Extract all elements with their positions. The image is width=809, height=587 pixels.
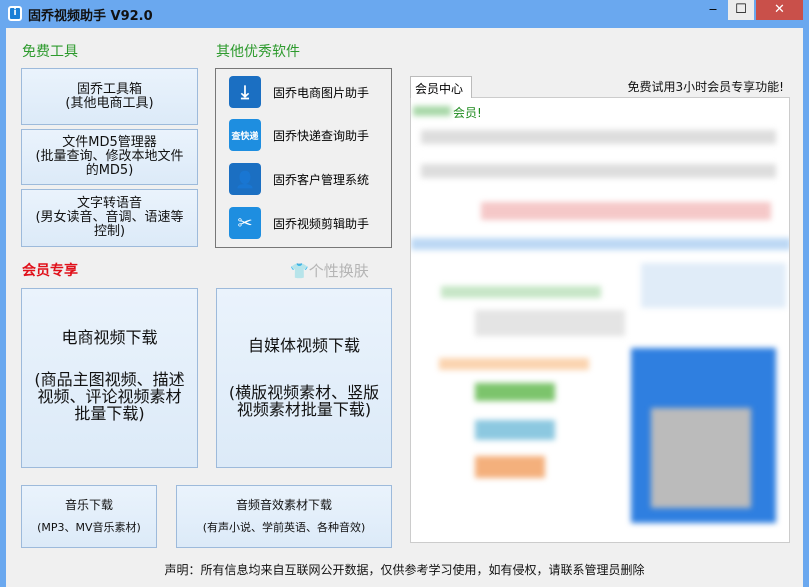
text-to-speech-button[interactable]: 文字转语音 (男女读音、音调、语速等 控制)	[21, 189, 198, 247]
button-sublabel: (MP3、MV音乐素材)	[37, 521, 141, 534]
software-image-helper[interactable]: ⤓ 固乔电商图片助手	[229, 76, 369, 108]
button-sublabel: (批量查询、修改本地文件	[35, 149, 184, 164]
button-label: 文字转语音	[76, 196, 142, 211]
title-bar[interactable]: i 固乔视频助手 V92.0 ‒ ☐ ✕	[0, 0, 809, 28]
member-center-panel: 会员中心 免费试用3小时会员专享功能! 会员!	[408, 68, 790, 543]
other-software-heading: 其他优秀软件	[216, 44, 300, 60]
button-sublabel: (商品主图视频、描述视频、评论视频素材批量下载)	[34, 370, 185, 423]
member-center-content: 会员!	[410, 97, 790, 543]
trial-notice[interactable]: 免费试用3小时会员专享功能!	[628, 78, 784, 95]
button-sublabel: 的MD5)	[85, 163, 134, 178]
free-tools-heading: 免费工具	[22, 44, 78, 60]
media-video-download-button[interactable]: 自媒体视频下载 (横版视频素材、竖版视频素材批量下载)	[216, 288, 392, 468]
user-icon: 👤	[229, 163, 261, 195]
button-label: 电商视频下载	[61, 328, 158, 347]
software-label: 固乔客户管理系统	[273, 172, 370, 187]
search-express-icon: 查快递	[229, 119, 261, 151]
client-area: 免费工具 固乔工具箱 (其他电商工具) 文件MD5管理器 (批量查询、修改本地文…	[6, 28, 803, 587]
button-label: 文件MD5管理器	[62, 135, 157, 150]
button-sublabel: (横版视频素材、竖版视频素材批量下载)	[228, 383, 380, 419]
maximize-button[interactable]: ☐	[728, 0, 754, 20]
change-skin-button[interactable]: 👕个性换肤	[290, 260, 369, 281]
software-crm[interactable]: 👤 固乔客户管理系统	[229, 163, 369, 195]
minimize-button[interactable]: ‒	[700, 0, 726, 20]
button-label: 音频音效素材下载	[235, 498, 332, 512]
ecommerce-video-download-button[interactable]: 电商视频下载 (商品主图视频、描述视频、评论视频素材批量下载)	[21, 288, 198, 468]
download-icon: ⤓	[229, 76, 261, 108]
other-software-list: ⤓ 固乔电商图片助手 查快递 固乔快递查询助手 👤 固乔客户管理系统 ✂ 固乔视频剪辑助…	[215, 68, 392, 248]
software-express-helper[interactable]: 查快递 固乔快递查询助手	[229, 119, 369, 151]
button-label: 自媒体视频下载	[247, 336, 360, 355]
button-sublabel: (男女读音、音调、语速等	[35, 210, 184, 225]
software-label: 固乔电商图片助手	[273, 85, 370, 100]
md5-manager-button[interactable]: 文件MD5管理器 (批量查询、修改本地文件 的MD5)	[21, 129, 198, 185]
audio-download-button[interactable]: 音频音效素材下载 (有声小说、学前英语、各种音效)	[176, 485, 392, 548]
button-label: 固乔工具箱	[76, 81, 142, 97]
music-download-button[interactable]: 音乐下载 (MP3、MV音乐素材)	[21, 485, 157, 548]
button-sublabel: (有声小说、学前英语、各种音效)	[202, 521, 366, 534]
button-label: 音乐下载	[64, 498, 113, 512]
app-icon: i	[8, 6, 22, 21]
close-button[interactable]: ✕	[756, 0, 803, 20]
button-sublabel: 控制)	[93, 224, 126, 239]
skin-label: 个性换肤	[308, 262, 369, 280]
disclaimer: 声明：所有信息均来自互联网公开数据，仅供参考学习使用，如有侵权，请联系管理员删除	[164, 563, 645, 577]
software-video-editor[interactable]: ✂ 固乔视频剪辑助手	[229, 207, 369, 239]
tab-member-center[interactable]: 会员中心	[410, 76, 472, 98]
member-greeting: 会员!	[453, 106, 482, 120]
software-label: 固乔视频剪辑助手	[273, 216, 370, 231]
software-label: 固乔快递查询助手	[273, 128, 370, 143]
scissors-icon: ✂	[229, 207, 261, 239]
shirt-icon: 👕	[290, 262, 309, 280]
vip-heading: 会员专享	[22, 263, 78, 279]
button-sublabel: (其他电商工具)	[65, 95, 154, 111]
window-title: 固乔视频助手 V92.0	[28, 9, 153, 24]
toolbox-button[interactable]: 固乔工具箱 (其他电商工具)	[21, 68, 198, 125]
